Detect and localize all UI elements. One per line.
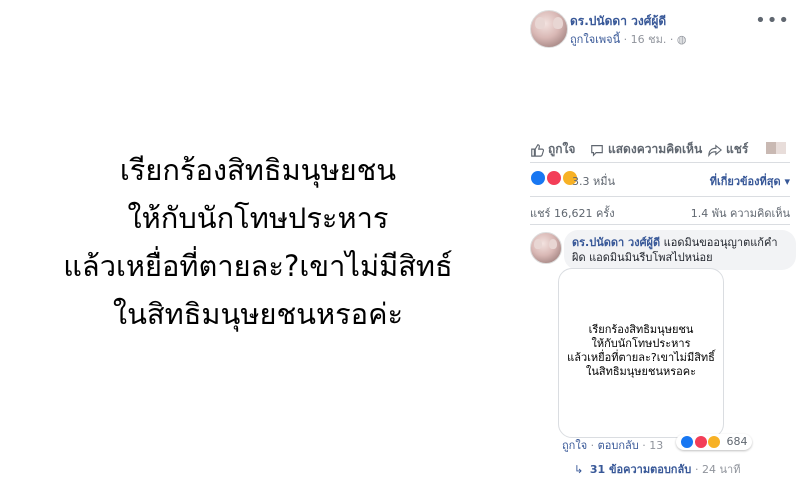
- share-button[interactable]: แชร์: [708, 140, 748, 159]
- commenter-name[interactable]: ดร.ปนัดดา วงศ์ผู้ดี: [572, 236, 660, 249]
- replies-time: 24 นาที: [702, 463, 741, 476]
- author-name[interactable]: ดร.ปนัดดา วงศ์ผู้ดี: [570, 12, 666, 31]
- photo-line: ในสิทธิมนุษยชนหรอค่ะ: [112, 297, 404, 331]
- ellipsis-icon[interactable]: •••: [755, 10, 790, 31]
- liked-page-label[interactable]: ถูกใจเพจนี้: [570, 33, 620, 46]
- photo-line: เรียกร้องสิทธิมนุษยชน: [119, 153, 397, 187]
- photo-caption-text: เรียกร้องสิทธิมนุษยชน ให้กับนักโทษประหาร…: [0, 146, 516, 338]
- author-avatar[interactable]: [530, 10, 568, 48]
- comment-reply-link[interactable]: ตอบกลับ: [598, 439, 639, 452]
- comment-time[interactable]: 13: [649, 439, 663, 452]
- reaction-count[interactable]: 3.3 หมื่น: [572, 172, 615, 190]
- divider: [530, 162, 790, 163]
- view-replies-link[interactable]: ↳ 31 ข้อความตอบกลับ · 24 นาที: [574, 460, 740, 478]
- attachment-line: แล้วเหยื่อที่ตายละ?เขาไม่มีสิทธิ์: [567, 351, 715, 364]
- like-reaction-icon: [680, 435, 694, 449]
- sort-label: ที่เกี่ยวข้องที่สุด: [709, 175, 781, 188]
- divider: [530, 196, 790, 197]
- commenter-avatar[interactable]: [530, 232, 562, 264]
- post-actions-bar: ถูกใจ แสดงความคิดเห็น แชร์: [530, 136, 790, 160]
- comment-icon: [591, 144, 603, 157]
- post-photo[interactable]: เรียกร้องสิทธิมนุษยชน ให้กับนักโทษประหาร…: [0, 0, 516, 478]
- post-time[interactable]: 16 ชม.: [631, 33, 667, 46]
- comment-button[interactable]: แสดงความคิดเห็น: [590, 140, 702, 159]
- like-reaction-icon: [530, 170, 546, 186]
- comment-reaction-count: 684: [726, 435, 748, 448]
- reply-arrow-icon: ↳: [574, 463, 584, 476]
- thumbs-up-icon: [531, 143, 544, 157]
- comment-count[interactable]: 1.4 พัน ความคิดเห็น: [691, 204, 790, 222]
- comment-bubble: ดร.ปนัดดา วงศ์ผู้ดี แอดมินขออนุญาตแก้คำผ…: [564, 230, 796, 270]
- comment-label: แสดงความคิดเห็น: [608, 142, 703, 156]
- love-reaction-icon: [545, 170, 562, 186]
- like-label: ถูกใจ: [548, 142, 576, 156]
- comment-sort-dropdown[interactable]: ที่เกี่ยวข้องที่สุด ▾: [710, 172, 790, 190]
- share-icon: [708, 143, 722, 157]
- haha-reaction-icon: [707, 435, 721, 449]
- attachment-text: เรียกร้องสิทธิมนุษยชน ให้กับนักโทษประหาร…: [559, 323, 723, 379]
- love-reaction-icon: [693, 435, 708, 449]
- comment-attachment-image[interactable]: เรียกร้องสิทธิมนุษยชน ให้กับนักโทษประหาร…: [558, 268, 724, 438]
- attachment-line: ให้กับนักโทษประหาร: [591, 337, 691, 350]
- reactions-summary[interactable]: 3.3 หมื่น ที่เกี่ยวข้องที่สุด ▾: [530, 170, 790, 190]
- comment-reactions[interactable]: 684: [676, 434, 752, 450]
- globe-icon: ◍: [676, 33, 687, 46]
- audience-thumb-icon: [766, 142, 786, 154]
- like-button[interactable]: ถูกใจ: [530, 140, 575, 159]
- caret-down-icon: ▾: [784, 175, 790, 188]
- divider: [530, 224, 790, 225]
- share-audience-selector[interactable]: [766, 142, 786, 154]
- share-label: แชร์: [726, 142, 749, 156]
- comment-actions: ถูกใจ · ตอบกลับ · 13 แก้ไข 684: [562, 434, 792, 454]
- photo-line: แล้วเหยื่อที่ตายละ?เขาไม่มีสิทธ์: [63, 249, 453, 283]
- photo-line: ให้กับนักโทษประหาร: [127, 201, 389, 235]
- replies-count: 31 ข้อความตอบกลับ: [589, 463, 692, 476]
- share-count[interactable]: แชร์ 16,621 ครั้ง: [530, 204, 615, 222]
- comment-like-link[interactable]: ถูกใจ: [562, 439, 587, 452]
- attachment-line: ในสิทธิมนุษยชนหรอคะ: [585, 365, 697, 378]
- post-header: ดร.ปนัดดา วงศ์ผู้ดี ถูกใจเพจนี้ · 16 ชม.…: [530, 10, 790, 50]
- attachment-line: เรียกร้องสิทธิมนุษยชน: [588, 323, 694, 336]
- post-meta: ถูกใจเพจนี้ · 16 ชม. · ◍: [570, 33, 687, 46]
